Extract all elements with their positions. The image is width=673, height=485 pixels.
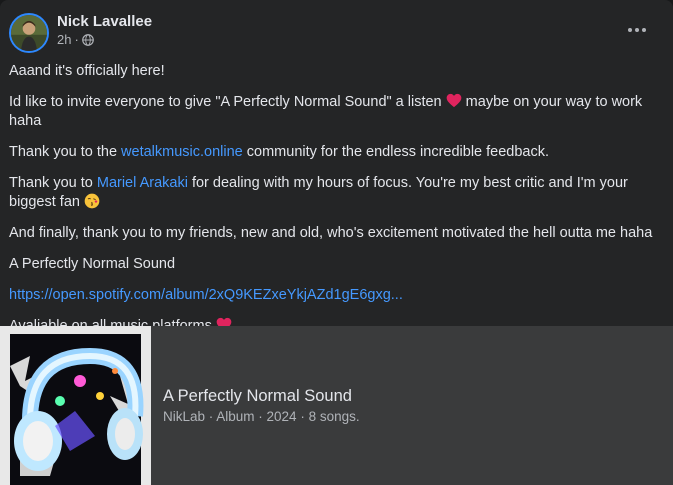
- wetalkmusic-link[interactable]: wetalkmusic.online: [121, 144, 243, 160]
- post-paragraph: Thank you to the wetalkmusic.online comm…: [9, 143, 659, 162]
- post-meta: 2h ·: [57, 32, 94, 48]
- meta-separator: ·: [74, 32, 79, 47]
- post-paragraph: A Perfectly Normal Sound: [9, 255, 659, 274]
- more-options-icon[interactable]: [619, 16, 655, 44]
- post-paragraph: Id like to invite everyone to give "A Pe…: [9, 93, 659, 131]
- globe-icon[interactable]: [81, 34, 94, 46]
- author-name[interactable]: Nick Lavallee: [57, 12, 152, 31]
- post-header: Nick Lavallee 2h ·: [0, 0, 673, 60]
- post-paragraph: Thank you to Mariel Arakaki for dealing …: [9, 174, 659, 212]
- post-paragraph: Aaand it's officially here!: [9, 62, 659, 81]
- post-text: community for the endless incredible fee…: [242, 144, 550, 160]
- post-paragraph: And finally, thank you to my friends, ne…: [9, 224, 659, 243]
- post-paragraph: https://open.spotify.com/album/2xQ9KEZxe…: [9, 286, 659, 305]
- post-text: Id like to invite everyone to give "A Pe…: [9, 94, 442, 110]
- post-text: Aaand it's officially here!: [9, 63, 165, 79]
- card-subtitle: NikLab · Album · 2024 · 8 songs.: [163, 409, 360, 424]
- post-timestamp[interactable]: 2h: [57, 32, 71, 48]
- post-text: Thank you to the: [9, 144, 122, 160]
- post-text: A Perfectly Normal Sound: [9, 256, 176, 272]
- album-cover-image[interactable]: [0, 326, 151, 485]
- face-blowing-kiss-icon: [84, 193, 100, 209]
- post-text: And finally, thank you to my friends, ne…: [9, 225, 653, 241]
- link-preview-card[interactable]: A Perfectly Normal Sound NikLab · Album …: [0, 326, 673, 485]
- post-text: Thank you to: [9, 175, 97, 191]
- post-body: Aaand it's officially here! Id like to i…: [9, 62, 659, 348]
- card-title[interactable]: A Perfectly Normal Sound: [163, 386, 352, 406]
- author-avatar[interactable]: [9, 13, 49, 53]
- mention-link[interactable]: Mariel Arakaki: [97, 175, 188, 191]
- post-card: Nick Lavallee 2h · Aaand it's officially…: [0, 0, 673, 485]
- avatar-image: [11, 15, 47, 51]
- headphones-artwork: [0, 326, 151, 485]
- spotify-link[interactable]: https://open.spotify.com/album/2xQ9KEZxe…: [9, 287, 403, 303]
- red-heart-icon: [446, 93, 461, 108]
